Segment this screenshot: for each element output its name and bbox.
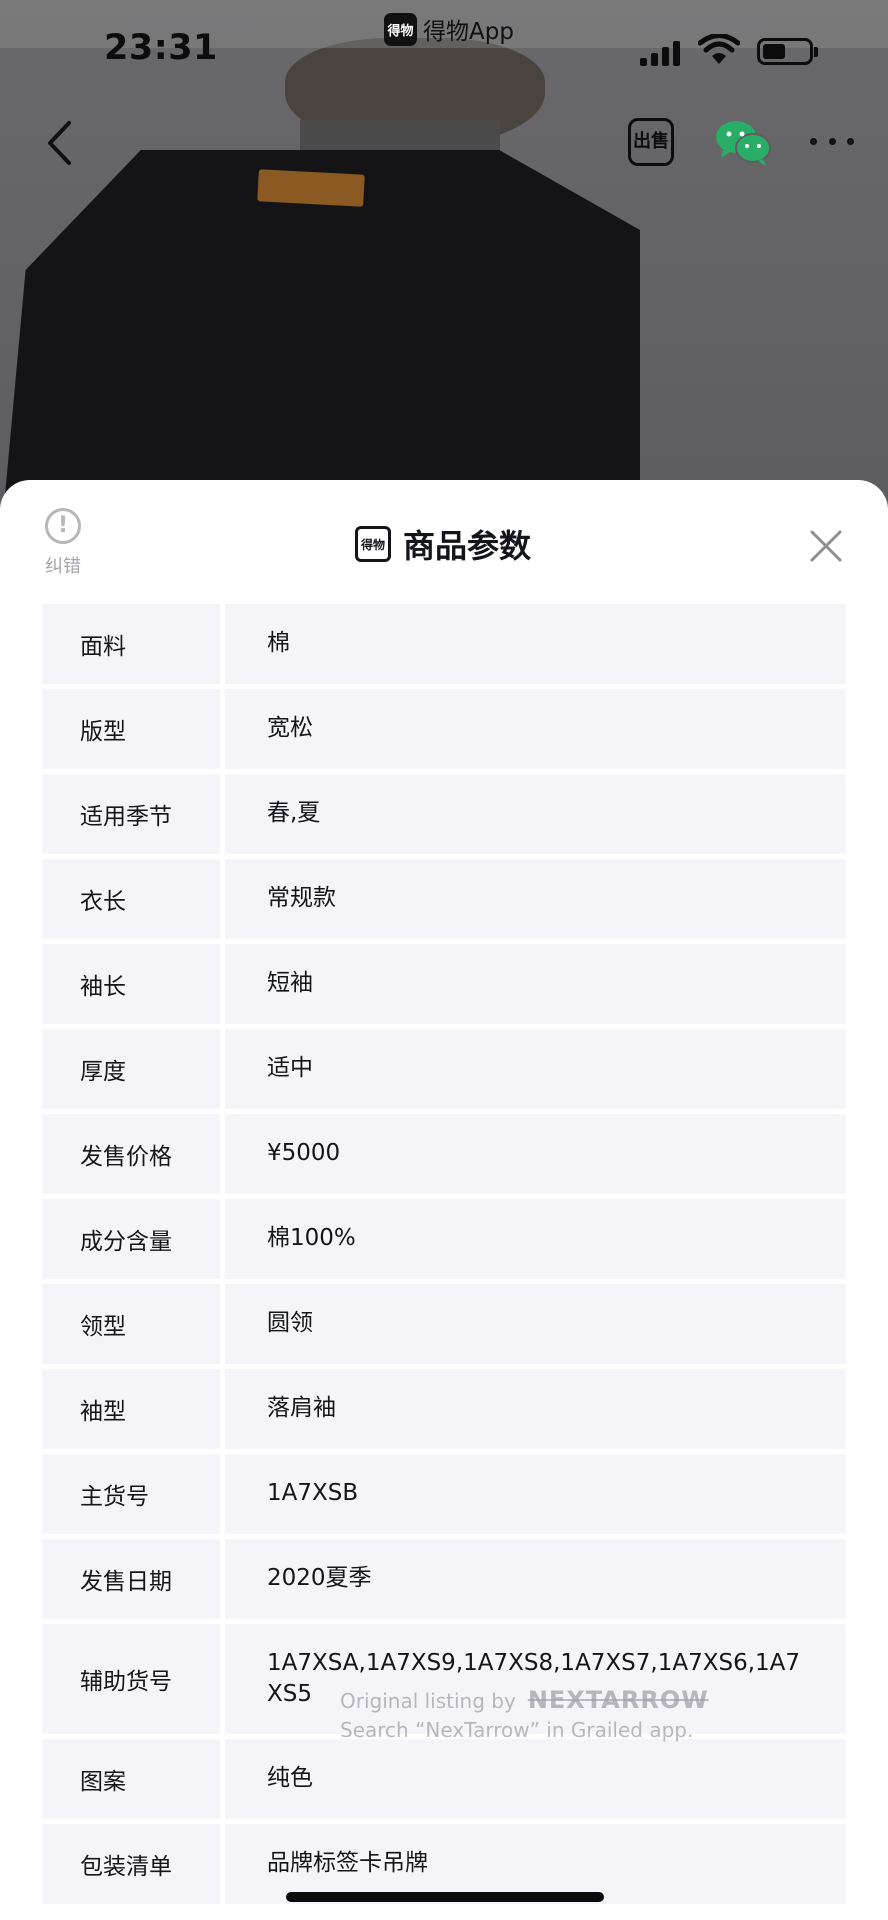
sheet-header: 得物 商品参数 xyxy=(355,522,531,566)
app-pill: 得物 得物App xyxy=(384,12,514,46)
param-value: ¥5000 xyxy=(225,1114,846,1194)
param-key: 袖长 xyxy=(42,944,220,1024)
param-value: 宽松 xyxy=(225,689,846,769)
table-row: 面料 棉 xyxy=(42,604,846,684)
param-value: 棉 xyxy=(225,604,846,684)
param-value: 常规款 xyxy=(225,859,846,939)
param-key: 包装清单 xyxy=(42,1824,220,1904)
param-key: 发售价格 xyxy=(42,1114,220,1194)
table-row: 厚度 适中 xyxy=(42,1029,846,1109)
table-row: 发售价格 ¥5000 xyxy=(42,1114,846,1194)
sell-icon: 出售 xyxy=(633,131,669,152)
watermark-line2: Search “NexTarrow” in Grailed app. xyxy=(340,1718,694,1742)
param-key: 袖型 xyxy=(42,1369,220,1449)
table-row: 发售日期 2020夏季 xyxy=(42,1539,846,1619)
param-key: 版型 xyxy=(42,689,220,769)
param-key: 图案 xyxy=(42,1739,220,1819)
table-row: 领型 圆领 xyxy=(42,1284,846,1364)
param-key: 主货号 xyxy=(42,1454,220,1534)
param-value: 1A7XSB xyxy=(225,1454,846,1534)
param-key: 领型 xyxy=(42,1284,220,1364)
table-row: 适用季节 春,夏 xyxy=(42,774,846,854)
param-key: 厚度 xyxy=(42,1029,220,1109)
app-logo-icon: 得物 xyxy=(384,12,417,46)
watermark-line1: Original listing by NEXTARROW xyxy=(340,1686,740,1716)
exclamation-circle-icon: ! xyxy=(45,508,81,544)
product-photo xyxy=(0,0,888,520)
report-error-button[interactable]: ! 纠错 xyxy=(40,508,86,578)
table-row: 图案 纯色 xyxy=(42,1739,846,1819)
cell-signal-icon xyxy=(640,36,680,66)
battery-icon xyxy=(757,38,818,65)
close-icon[interactable] xyxy=(806,526,846,566)
param-value: 纯色 xyxy=(225,1739,846,1819)
param-value: 短袖 xyxy=(225,944,846,1024)
report-error-label: 纠错 xyxy=(45,556,81,577)
more-dot-icon xyxy=(828,137,836,145)
wifi-icon xyxy=(698,34,740,64)
param-value: 落肩袖 xyxy=(225,1369,846,1449)
table-row: 版型 宽松 xyxy=(42,689,846,769)
home-indicator[interactable] xyxy=(286,1892,604,1902)
status-time: 23:31 xyxy=(104,28,218,68)
param-value: 适中 xyxy=(225,1029,846,1109)
more-dot-icon xyxy=(847,137,854,145)
wechat-share-icon[interactable] xyxy=(715,118,771,168)
watermark-brand: NEXTARROW xyxy=(527,1686,709,1714)
back-button[interactable] xyxy=(34,108,84,178)
more-button[interactable] xyxy=(810,126,854,156)
table-row: 成分含量 棉100% xyxy=(42,1199,846,1279)
chevron-left-icon xyxy=(48,121,71,165)
param-key: 衣长 xyxy=(42,859,220,939)
param-key: 辅助货号 xyxy=(42,1624,220,1734)
app-name: 得物App xyxy=(423,19,514,45)
more-dot-icon xyxy=(810,137,817,145)
param-value: 春,夏 xyxy=(225,774,846,854)
param-key: 面料 xyxy=(42,604,220,684)
param-key: 发售日期 xyxy=(42,1539,220,1619)
watermark: Original listing by NEXTARROW Search “Nex… xyxy=(340,1686,740,1745)
param-key: 成分含量 xyxy=(42,1199,220,1279)
param-value: 2020夏季 xyxy=(225,1539,846,1619)
photo-tshirt xyxy=(0,150,640,520)
sheet-title: 商品参数 xyxy=(403,527,532,565)
photo-shirt-label xyxy=(257,169,365,207)
param-key: 适用季节 xyxy=(42,774,220,854)
table-row: 袖长 短袖 xyxy=(42,944,846,1024)
table-row: 袖型 落肩袖 xyxy=(42,1369,846,1449)
param-value: 圆领 xyxy=(225,1284,846,1364)
table-row: 主货号 1A7XSB xyxy=(42,1454,846,1534)
dewu-logo-icon: 得物 xyxy=(355,526,391,562)
param-value: 棉100% xyxy=(225,1199,846,1279)
sell-button[interactable]: 出售 xyxy=(628,118,674,166)
watermark-prefix: Original listing by xyxy=(340,1689,516,1713)
table-row: 衣长 常规款 xyxy=(42,859,846,939)
